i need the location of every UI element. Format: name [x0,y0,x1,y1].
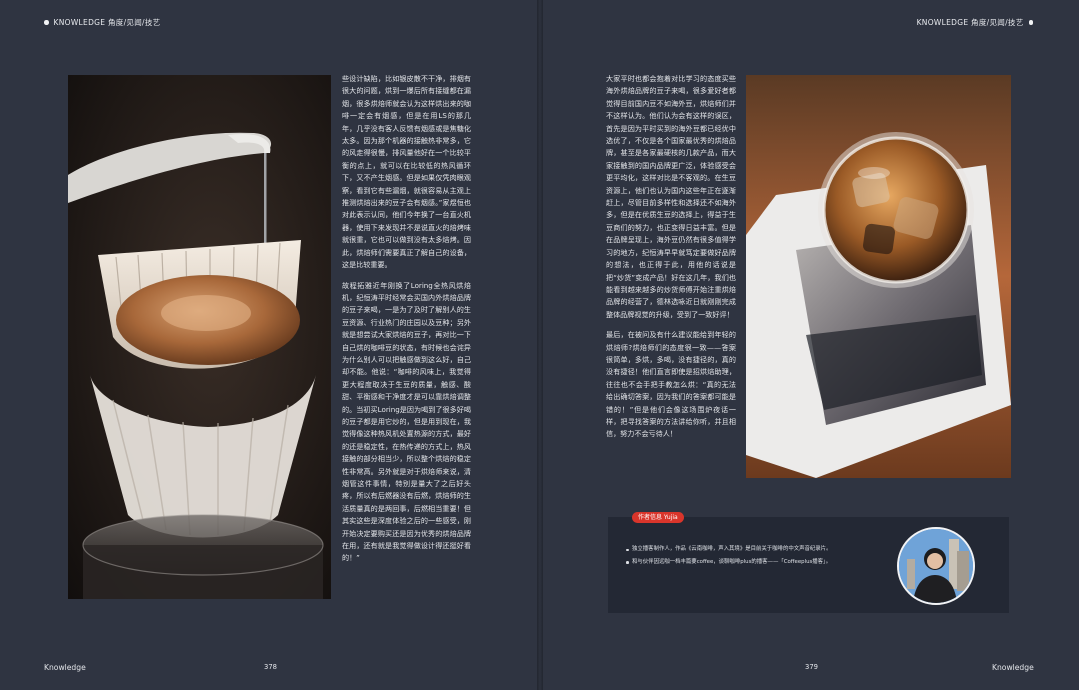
author-avatar [897,527,975,605]
iced-coffee-illustration [746,75,1011,478]
header-left-text: KNOWLEDGE 角度/见闻/技艺 [53,18,161,27]
footer-right-label: Knowledge [992,663,1034,672]
page-gutter [537,0,543,690]
running-header-right: KNOWLEDGE 角度/见闻/技艺 [917,17,1033,28]
avatar-illustration [899,529,973,603]
article-paragraph: 些设计缺陷，比如银皮散不干净，排烟有很大的问题，烘到一爆后所有接缝都在漏烟，很多… [342,74,471,270]
page-number-left: 378 [264,663,277,671]
photo-iced-coffee [746,75,1011,478]
pour-over-illustration [68,75,331,599]
author-info-box: 作者信息 Yujia 独立播客制作人，作品《云南咖啡，声入其境》是目前关于咖啡的… [608,512,1009,613]
bullet-dot-icon [1028,20,1033,25]
author-bio-item: 独立播客制作人，作品《云南咖啡，声入其境》是目前关于咖啡的中文声音纪录片。 [626,545,888,555]
author-tag: 作者信息 Yujia [632,512,684,523]
author-bio-item: 和与伙伴因远咖一档丰篇要coffee，谈聊咖啡plus的播客——「Coffeep… [626,558,888,568]
article-column-left: 些设计缺陷，比如银皮散不干净，排烟有很大的问题，烘到一爆后所有接缝都在漏烟，很多… [342,73,471,573]
article-paragraph: 最后，在被问及有什么建议能给到年轻的烘焙师?烘焙师们的态度很一致——答案很简单，… [606,330,736,439]
page-number-right: 379 [805,663,818,671]
footer-left-label: Knowledge [44,663,86,672]
bullet-dot-icon [44,20,49,25]
running-header-left: KNOWLEDGE 角度/见闻/技艺 [44,17,160,28]
author-bio-list: 独立播客制作人，作品《云南咖啡，声入其境》是目前关于咖啡的中文声音纪录片。 和与… [626,545,888,570]
header-right-text: KNOWLEDGE 角度/见闻/技艺 [916,18,1024,27]
article-column-right: 大家平时也都会抱着对比学习的态度买些海外烘焙品牌的豆子来喝，很多爱好者都觉得目前… [606,73,736,449]
article-paragraph: 大家平时也都会抱着对比学习的态度买些海外烘焙品牌的豆子来喝，很多爱好者都觉得目前… [606,74,736,319]
photo-pour-over-dripper [68,75,331,599]
article-paragraph: 故程拓雅近年刚换了Loring全热风烘焙机，纪恒涛平时经常会买国内外烘焙品牌的豆… [342,280,471,563]
magazine-spread: KNOWLEDGE 角度/见闻/技艺 KNOWLEDGE 角度/见闻/技艺 些设… [0,0,1079,690]
